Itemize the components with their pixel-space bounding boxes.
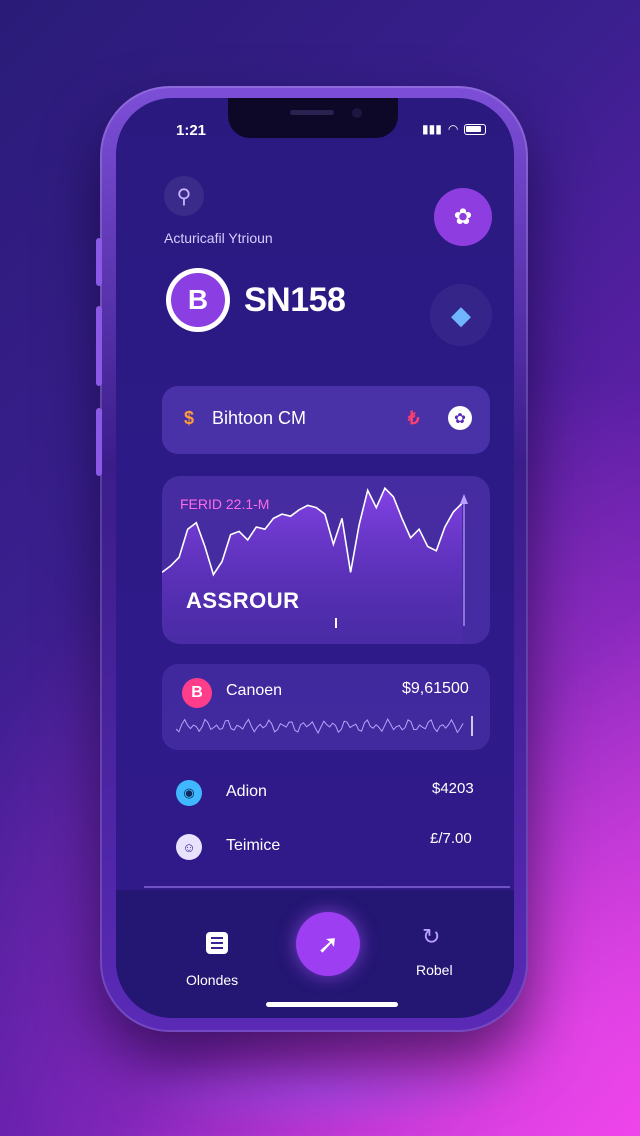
notch — [228, 98, 398, 138]
row-name-adion: Adion — [226, 783, 267, 800]
profile-icon[interactable]: ⚲ — [164, 176, 204, 216]
speaker — [290, 110, 334, 115]
list-icon[interactable] — [206, 932, 228, 954]
phone-screen: 1:21 ▮▮▮ ◠ ⚲ Acturica‍fil Ytrioun ✿ B SN… — [116, 98, 514, 1018]
axis-arrow-icon — [460, 494, 468, 504]
ethereum-icon[interactable]: ◆ — [430, 284, 492, 346]
adion-icon: ◉ — [176, 780, 202, 806]
teimice-icon: ☺ — [176, 834, 202, 860]
page-subtitle: Acturica‍fil Ytrioun — [164, 230, 273, 246]
coin-card[interactable]: $ Bihtoon CM ₺ ✿ — [162, 386, 490, 454]
side-button — [96, 408, 102, 476]
row-name-teimice: Teimice — [226, 837, 281, 854]
bitcoin-icon: B — [182, 678, 212, 708]
coin-card-label: Bihtoon CM — [212, 408, 307, 428]
nav-label-left[interactable]: Olondes — [186, 972, 238, 988]
trade-button[interactable]: ➚ — [296, 912, 360, 976]
chart-label: FERID 22.1-M — [180, 496, 270, 512]
chart-big-text: ASSROUR — [186, 588, 300, 613]
price-card-name: Canoen — [226, 682, 283, 699]
gear-icon[interactable]: ✿ — [448, 406, 472, 430]
row-value-adion: $4203 — [432, 780, 474, 797]
dollar-icon: $ — [184, 408, 195, 428]
front-camera — [352, 108, 362, 118]
refresh-icon[interactable]: ↻ — [422, 924, 440, 950]
battery-icon — [464, 123, 487, 135]
volume-down-button — [96, 306, 102, 386]
home-indicator[interactable] — [266, 1002, 398, 1007]
chart-card: FERID 22.1-M ASSROUR — [162, 476, 490, 644]
wifi-icon: ◠ — [447, 122, 459, 136]
row-value-teimice: £/7.00 — [430, 830, 472, 847]
nav-divider — [144, 886, 510, 888]
lira-icon: ₺ — [408, 408, 420, 428]
coin-logo: B — [166, 268, 230, 332]
sparkline — [176, 716, 473, 736]
sparkline-line — [176, 718, 464, 735]
phone-reflection — [120, 1050, 520, 1130]
settings-button[interactable]: ✿ — [434, 188, 492, 246]
status-time: 1:21 — [176, 122, 207, 139]
signal-icon: ▮▮▮ — [422, 122, 442, 136]
coin-logo-letter: B — [171, 273, 225, 327]
volume-up-button — [96, 238, 102, 286]
status-icons: ▮▮▮ ◠ — [422, 122, 487, 136]
price-card-value: $9,61500 — [402, 680, 469, 697]
nav-label-right[interactable]: Robel — [416, 962, 453, 978]
price-card[interactable]: B Canoen $9,61500 — [162, 664, 490, 750]
coin-symbol: SN158 — [244, 281, 346, 319]
